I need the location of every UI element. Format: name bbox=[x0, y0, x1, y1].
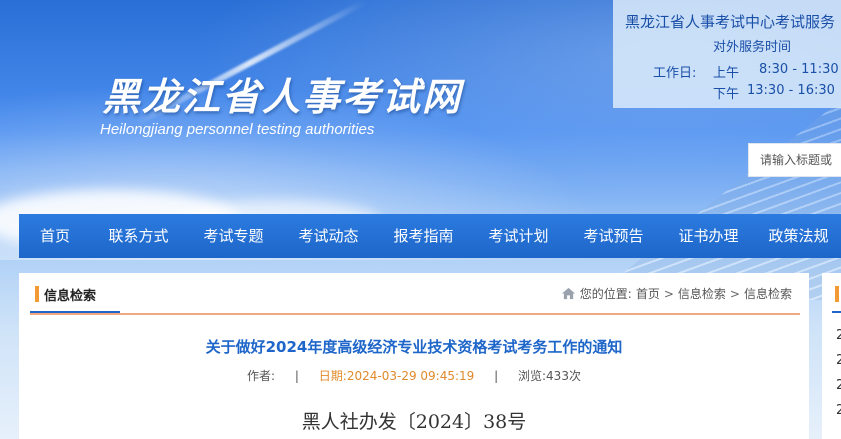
breadcrumb-prefix: 您的位置: bbox=[579, 287, 632, 301]
breadcrumb-separator: > bbox=[663, 286, 674, 301]
article-meta: 作者: | 日期:2024-03-29 09:45:19 | 浏览:433次 bbox=[19, 367, 809, 384]
nav-item-plan[interactable]: 考试计划 bbox=[471, 214, 566, 258]
date-value: 2024-03-29 09:45:19 bbox=[346, 369, 475, 383]
morning-label: 上午 bbox=[713, 66, 740, 81]
service-hours-panel: 黑龙江省人事考试中心考试服务 对外服务时间 工作日: 上午 8:30 - 11:… bbox=[613, 0, 841, 108]
section-marker bbox=[35, 286, 39, 302]
nav-item-certificate[interactable]: 证书办理 bbox=[661, 214, 756, 258]
nav-item-preview[interactable]: 考试预告 bbox=[566, 214, 661, 258]
search-box bbox=[748, 143, 841, 177]
document-number: 黑人社办发〔2024〕38号 bbox=[301, 411, 527, 433]
nav-item-guide[interactable]: 报考指南 bbox=[376, 214, 471, 258]
meta-divider: | bbox=[494, 369, 499, 383]
content-panel: 信息检索 您的位置: 首页 > 信息检索 > 信息检索 关于做好2024年度高级… bbox=[19, 273, 809, 439]
meta-divider: | bbox=[294, 369, 299, 383]
search-input[interactable] bbox=[749, 144, 841, 176]
breadcrumb-home[interactable]: 首页 bbox=[636, 285, 660, 302]
service-title: 黑龙江省人事考试中心考试服务 bbox=[625, 13, 836, 31]
afternoon-label: 下午 bbox=[713, 87, 740, 102]
date-label: 日期: bbox=[318, 369, 347, 383]
side-list-number[interactable]: 2 bbox=[836, 328, 841, 343]
side-underline bbox=[832, 311, 841, 313]
side-panel: 2 2 2 2 bbox=[822, 273, 841, 439]
afternoon-hours: 13:30 - 16:30 bbox=[747, 83, 835, 98]
nav-item-policy[interactable]: 政策法规 bbox=[756, 214, 841, 258]
article-title: 关于做好2024年度高级经济专业技术资格考试考务工作的通知 bbox=[205, 338, 623, 356]
side-section-marker bbox=[835, 286, 839, 302]
nav-item-home[interactable]: 首页 bbox=[19, 214, 91, 258]
section-underline bbox=[30, 311, 120, 313]
author-label: 作者: bbox=[247, 369, 276, 383]
breadcrumb-separator: > bbox=[729, 286, 740, 301]
site-title: 黑龙江省人事考试网 bbox=[102, 75, 463, 119]
main-nav: 首页 联系方式 考试专题 考试动态 报考指南 考试计划 考试预告 证书办理 政策… bbox=[19, 214, 841, 258]
service-subtitle: 对外服务时间 bbox=[713, 40, 792, 55]
section-title: 信息检索 bbox=[44, 289, 97, 304]
nav-item-exam-news[interactable]: 考试动态 bbox=[281, 214, 376, 258]
views-label: 浏览: bbox=[518, 369, 547, 383]
breadcrumb: 您的位置: 首页 > 信息检索 > 信息检索 bbox=[561, 285, 792, 302]
morning-hours: 8:30 - 11:30 bbox=[759, 62, 839, 77]
side-list-number[interactable]: 2 bbox=[836, 378, 841, 393]
site-subtitle: Heilongjiang personnel testing authoriti… bbox=[100, 121, 375, 138]
page: 黑龙江省人事考试网 Heilongjiang personnel testing… bbox=[0, 0, 841, 439]
breadcrumb-info-search[interactable]: 信息检索 bbox=[678, 285, 726, 302]
section-header: 信息检索 您的位置: 首页 > 信息检索 > 信息检索 bbox=[30, 273, 800, 315]
home-icon bbox=[561, 287, 575, 300]
nav-item-contact[interactable]: 联系方式 bbox=[91, 214, 186, 258]
views-value: 433次 bbox=[546, 369, 581, 383]
nav-item-exam-topics[interactable]: 考试专题 bbox=[186, 214, 281, 258]
side-list-number[interactable]: 2 bbox=[836, 353, 841, 368]
workday-label: 工作日: bbox=[653, 66, 697, 81]
breadcrumb-current[interactable]: 信息检索 bbox=[744, 285, 792, 302]
side-list-number[interactable]: 2 bbox=[836, 403, 841, 418]
